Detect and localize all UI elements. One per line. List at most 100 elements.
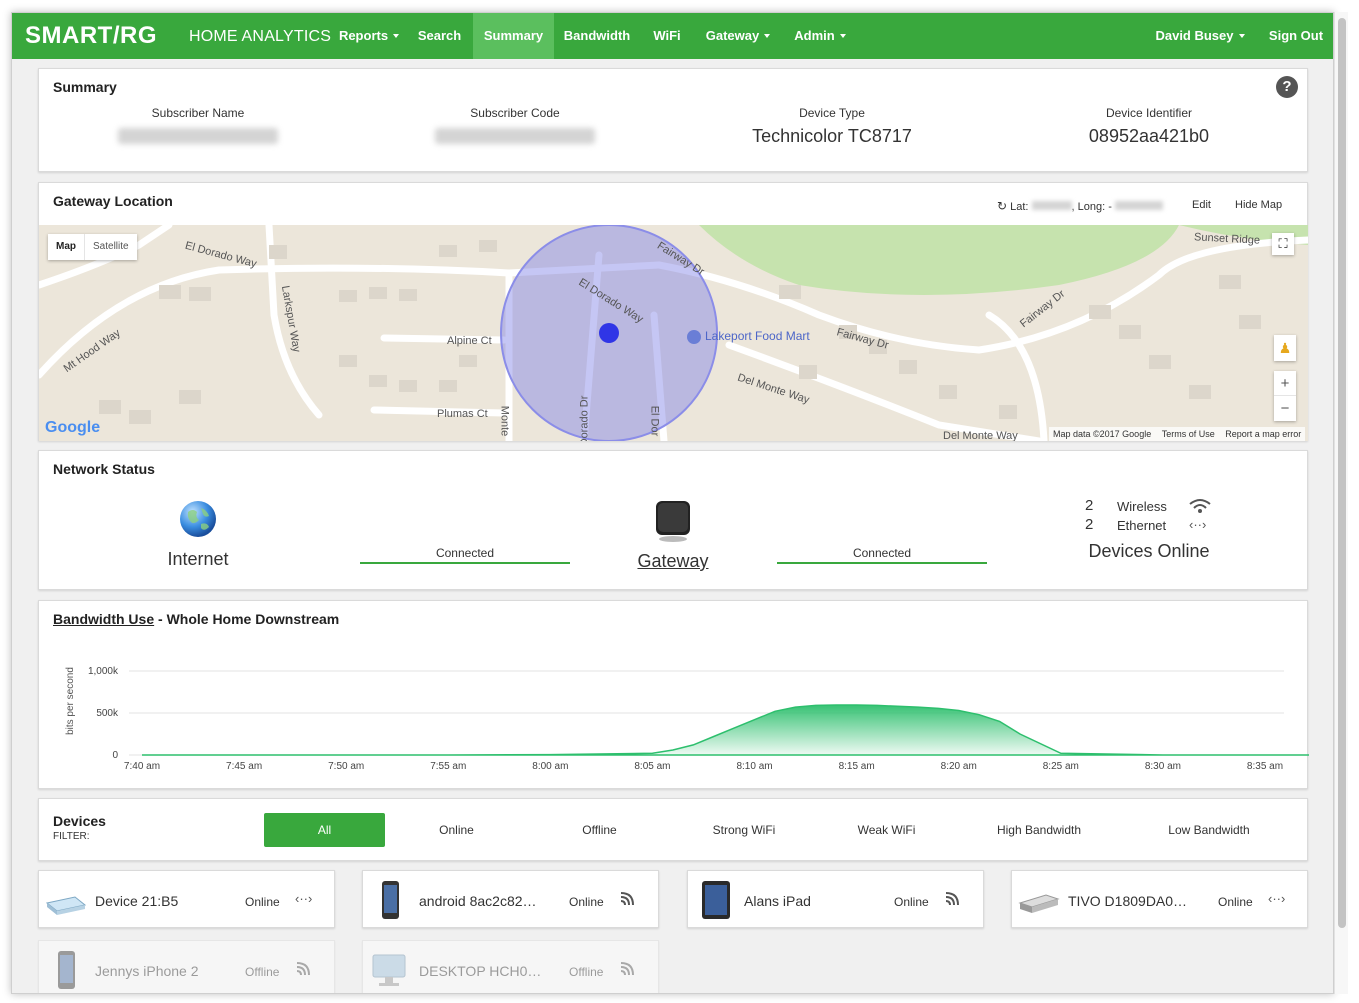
device-card[interactable]: Jennys iPhone 2 Offline (38, 940, 335, 993)
device-card[interactable]: Alans iPad Online (687, 870, 984, 928)
map-data-credit: Map data ©2017 Google (1053, 429, 1152, 439)
smartrg-logo[interactable]: SMART/RG (25, 22, 157, 50)
internet-connection-line (360, 562, 570, 564)
chevron-down-icon (393, 34, 400, 38)
chevron-down-icon (839, 34, 846, 38)
chart-x-ticks: 7:40 am 7:45 am 7:50 am 7:55 am 8:00 am 8:05 … (124, 761, 1283, 772)
wireless-count: 2 (1085, 497, 1094, 514)
nav-bandwidth-label: Bandwidth (563, 28, 631, 43)
subscriber-name-label: Subscriber Name (151, 106, 245, 120)
nav-search[interactable]: Search (412, 13, 467, 59)
phone-device-icon (382, 881, 399, 919)
y-tick-label: 500k (96, 708, 119, 719)
nav-wifi-label: WiFi (653, 28, 681, 43)
device-id-value: 08952aa421b0 (1088, 126, 1210, 146)
device-type-value: Technicolor TC8717 (752, 126, 912, 146)
scrollbar-thumb[interactable] (1338, 18, 1346, 928)
device-name: Device 21:B5 (95, 893, 179, 909)
nav-reports-label: Reports (338, 28, 389, 43)
street-view-pegman-icon[interactable]: ♟ (1274, 335, 1296, 361)
nav-wifi[interactable]: WiFi (645, 13, 689, 59)
filter-all-button[interactable]: All (264, 813, 385, 847)
google-logo[interactable]: Google (45, 419, 100, 437)
street-label: Dorado Dr (578, 395, 591, 441)
gateway-link[interactable]: Gateway (573, 551, 773, 572)
map-attribution-bar: Map data ©2017 Google Terms of Use Repor… (1049, 427, 1306, 441)
nav-reports[interactable]: Reports (326, 13, 412, 59)
wifi-signal-icon (620, 892, 634, 906)
device-type-label: Device Type (799, 106, 865, 120)
question-circle-icon[interactable]: ? (1276, 76, 1298, 98)
device-status: Online (245, 895, 280, 909)
lat-label: Lat: (1010, 201, 1029, 213)
nav-admin[interactable]: Admin (788, 13, 852, 59)
devices-online-label: Devices Online (1088, 541, 1210, 561)
zoom-out-button[interactable]: − (1274, 396, 1296, 421)
device-card[interactable]: DESKTOP HCH0… Offline (362, 940, 659, 993)
nav-summary-label: Summary (483, 28, 544, 43)
devices-panel: Devices FILTER: All Online Offline Stron… (38, 798, 1308, 861)
internet-label: Internet (167, 549, 229, 569)
edit-location-link[interactable]: Edit (1192, 199, 1211, 211)
tivo-device-icon (1018, 894, 1060, 913)
nav-bandwidth[interactable]: Bandwidth (561, 13, 633, 59)
filter-strong-wifi-button[interactable]: Strong WiFi (694, 813, 794, 847)
filter-weak-wifi-button[interactable]: Weak WiFi (839, 813, 934, 847)
subscriber-code-col: Subscriber Code (390, 106, 640, 149)
poi-label[interactable]: Lakeport Food Mart (705, 329, 810, 343)
filter-label: FILTER: (53, 831, 90, 842)
bandwidth-chart: 0 500k 1,000k 7:40 am 7:45 am 7:50 am 7:55 am… (65, 666, 1309, 772)
device-card[interactable]: TIVO D1809DA0… Online ‹··› (1011, 870, 1308, 928)
app-title[interactable]: HOME ANALYTICS (189, 28, 331, 46)
device-status: Online (1218, 895, 1253, 909)
vertical-scrollbar[interactable] (1334, 12, 1348, 994)
device-name: TIVO D1809DA0… (1068, 893, 1188, 909)
subscriber-code-redacted (435, 128, 595, 144)
fullscreen-icon[interactable]: ⛶ (1272, 233, 1294, 255)
x-tick-label: 8:30 am (1145, 761, 1181, 772)
lat-redacted (1031, 201, 1072, 210)
filter-high-bandwidth-button[interactable]: High Bandwidth (984, 813, 1094, 847)
street-label: El Dor (648, 405, 661, 437)
nav-gateway[interactable]: Gateway (700, 13, 776, 59)
internet-connected-label: Connected (435, 546, 495, 560)
zoom-in-button[interactable]: + (1274, 371, 1296, 396)
nav-user-menu[interactable]: David Busey (1152, 13, 1248, 59)
device-status: Offline (569, 965, 604, 979)
device-id-label: Device Identifier (1105, 106, 1193, 120)
x-tick-label: 8:25 am (1043, 761, 1079, 772)
chevron-down-icon (1238, 34, 1245, 38)
device-card[interactable]: android 8ac2c82… Online (362, 870, 659, 928)
x-tick-label: 7:50 am (328, 761, 364, 772)
network-status-panel: Network Status Internet Connected Gatewa… (38, 450, 1308, 590)
terms-link[interactable]: Terms of Use (1162, 429, 1215, 439)
wifi-signal-icon (296, 962, 310, 976)
filter-low-bandwidth-button[interactable]: Low Bandwidth (1154, 813, 1264, 847)
filter-online-button[interactable]: Online (414, 813, 499, 847)
phone-device-icon (58, 951, 75, 989)
long-label: , Long: - (1071, 201, 1112, 213)
device-card[interactable]: Device 21:B5 Online ‹··› (38, 870, 335, 928)
ethernet-label: Ethernet (1117, 518, 1167, 533)
poi-icon (687, 330, 701, 344)
map-view[interactable]: El Dorado Way Larkspur Way Alpine Ct Mt … (39, 225, 1308, 441)
map-type-map-button[interactable]: Map (48, 234, 84, 260)
filter-offline-button[interactable]: Offline (557, 813, 642, 847)
x-tick-label: 7:40 am (124, 761, 160, 772)
wifi-icon (1189, 499, 1211, 513)
refresh-icon[interactable]: ↻ (997, 199, 1007, 213)
map-type-satellite-button[interactable]: Satellite (84, 234, 137, 260)
desktop-device-icon (372, 954, 406, 986)
gateway-location-marker[interactable] (599, 323, 619, 343)
nav-sign-out[interactable]: Sign Out (1264, 13, 1328, 59)
report-map-error-link[interactable]: Report a map error (1225, 429, 1301, 439)
x-tick-label: 8:35 am (1247, 761, 1283, 772)
gateway-router-icon (656, 501, 690, 542)
gateway-connection-line (777, 562, 987, 564)
nav-sign-out-label: Sign Out (1268, 28, 1324, 43)
ethernet-icon: ‹··› (1268, 891, 1286, 906)
hide-map-link[interactable]: Hide Map (1235, 199, 1282, 211)
street-label: Del Monte Way (943, 430, 1018, 441)
nav-summary[interactable]: Summary (473, 13, 554, 59)
long-redacted (1114, 201, 1163, 210)
